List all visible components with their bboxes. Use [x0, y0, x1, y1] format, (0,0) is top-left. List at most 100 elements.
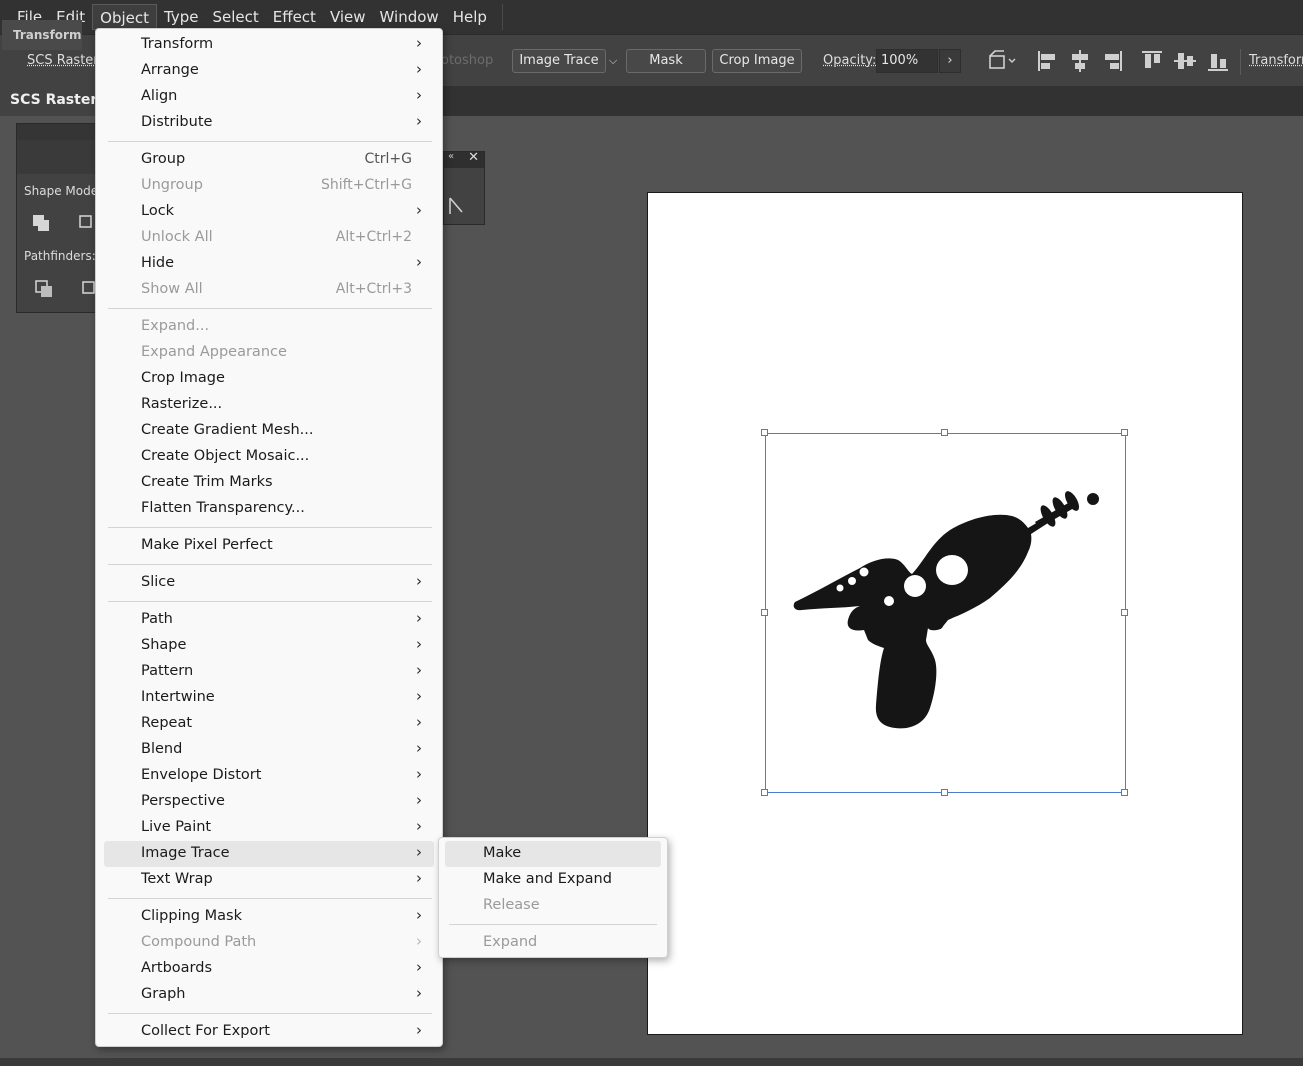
menu-effect[interactable]: Effect — [266, 4, 323, 30]
menu-item-label: Pattern — [141, 663, 194, 679]
resize-handle-top-left[interactable] — [761, 429, 768, 436]
submenu-item-make[interactable]: Make — [445, 841, 661, 867]
direct-selection-icon[interactable] — [448, 196, 466, 216]
opacity-input[interactable]: 100% — [876, 49, 938, 73]
align-horizontal-center-icon[interactable] — [1067, 47, 1093, 75]
menu-window[interactable]: Window — [373, 4, 446, 30]
crop-image-button[interactable]: Crop Image — [712, 49, 802, 73]
menu-item-show-all[interactable]: Show All Alt+Ctrl+3 — [104, 277, 434, 303]
chevron-right-icon: › — [416, 984, 422, 1002]
divide-icon[interactable] — [34, 279, 54, 299]
menu-item-graph[interactable]: Graph › — [104, 982, 434, 1008]
menu-item-path[interactable]: Path › — [104, 607, 434, 633]
align-vertical-center-icon[interactable] — [1172, 47, 1198, 75]
menu-item-transform[interactable]: Transform › — [104, 32, 434, 58]
menu-item-label: Unlock All — [141, 229, 213, 245]
menu-item-group[interactable]: Group Ctrl+G — [104, 147, 434, 173]
menu-item-arrange[interactable]: Arrange › — [104, 58, 434, 84]
submenu-item-release[interactable]: Release — [445, 893, 661, 919]
menu-item-artboards[interactable]: Artboards › — [104, 956, 434, 982]
menu-item-distribute[interactable]: Distribute › — [104, 110, 434, 136]
menu-select[interactable]: Select — [205, 4, 265, 30]
menu-item-crop-image[interactable]: Crop Image — [104, 366, 434, 392]
document-tab[interactable]: SCS Raster Ex — [0, 86, 110, 116]
menu-item-text-wrap[interactable]: Text Wrap › — [104, 867, 434, 893]
tab-transform[interactable]: Transform — [2, 20, 82, 50]
menu-item-create-object-mosaic[interactable]: Create Object Mosaic... — [104, 444, 434, 470]
submenu-item-label: Release — [483, 897, 540, 913]
align-bottom-icon[interactable] — [1205, 47, 1231, 75]
submenu-item-make-and-expand[interactable]: Make and Expand — [445, 867, 661, 893]
opacity-label[interactable]: Opacity: — [823, 53, 876, 68]
menu-item-lock[interactable]: Lock › — [104, 199, 434, 225]
resize-handle-bottom-left[interactable] — [761, 789, 768, 796]
menu-item-shape[interactable]: Shape › — [104, 633, 434, 659]
menu-item-clipping-mask[interactable]: Clipping Mask › — [104, 904, 434, 930]
align-top-icon[interactable] — [1139, 47, 1165, 75]
transform-label[interactable]: Transform — [1249, 53, 1303, 68]
menu-item-expand[interactable]: Expand... — [104, 314, 434, 340]
menu-item-label: Create Object Mosaic... — [141, 448, 310, 464]
collapsed-panel-header[interactable]: « ✕ — [444, 150, 484, 168]
menu-view[interactable]: View — [323, 4, 373, 30]
resize-handle-top-right[interactable] — [1121, 429, 1128, 436]
menu-item-blend[interactable]: Blend › — [104, 737, 434, 763]
pathfinder-panel-header[interactable] — [17, 124, 105, 140]
menu-item-envelope-distort[interactable]: Envelope Distort › — [104, 763, 434, 789]
chevron-right-icon: › — [416, 687, 422, 705]
menu-item-intertwine[interactable]: Intertwine › — [104, 685, 434, 711]
selection-bounding-box[interactable] — [765, 433, 1126, 793]
menu-item-create-trim-marks[interactable]: Create Trim Marks — [104, 470, 434, 496]
minus-front-icon[interactable] — [77, 213, 97, 233]
menu-item-live-paint[interactable]: Live Paint › — [104, 815, 434, 841]
menu-item-shortcut: Alt+Ctrl+3 — [335, 281, 412, 297]
resize-handle-bottom-right[interactable] — [1121, 789, 1128, 796]
opacity-arrow-icon[interactable]: › — [939, 49, 961, 73]
menu-item-make-pixel-perfect[interactable]: Make Pixel Perfect — [104, 533, 434, 559]
menu-item-create-gradient-mesh[interactable]: Create Gradient Mesh... — [104, 418, 434, 444]
unite-icon[interactable] — [31, 213, 51, 233]
menu-item-expand-appearance[interactable]: Expand Appearance — [104, 340, 434, 366]
menu-item-unlock-all[interactable]: Unlock All Alt+Ctrl+2 — [104, 225, 434, 251]
menu-item-label: Create Gradient Mesh... — [141, 422, 314, 438]
menu-item-rasterize[interactable]: Rasterize... — [104, 392, 434, 418]
image-trace-button[interactable]: Image Trace — [512, 49, 606, 73]
recolor-artwork-icon[interactable] — [985, 47, 1021, 75]
open-in-photoshop-label: otoshop — [441, 53, 494, 68]
menu-item-hide[interactable]: Hide › — [104, 251, 434, 277]
menu-item-label: Image Trace — [141, 845, 230, 861]
submenu-separator — [449, 924, 657, 925]
menu-item-label: Ungroup — [141, 177, 203, 193]
submenu-item-expand[interactable]: Expand — [445, 930, 661, 956]
align-right-icon[interactable] — [1100, 47, 1126, 75]
resize-handle-top[interactable] — [941, 429, 948, 436]
resize-handle-right[interactable] — [1121, 609, 1128, 616]
menu-item-align[interactable]: Align › — [104, 84, 434, 110]
menu-item-flatten-transparency[interactable]: Flatten Transparency... — [104, 496, 434, 522]
menu-item-label: Repeat — [141, 715, 193, 731]
align-left-icon[interactable] — [1034, 47, 1060, 75]
mask-button[interactable]: Mask — [626, 49, 706, 73]
menu-item-label: Collect For Export — [141, 1023, 270, 1039]
chevron-right-icon: › — [416, 958, 422, 976]
menu-item-ungroup[interactable]: Ungroup Shift+Ctrl+G — [104, 173, 434, 199]
submenu-item-label: Make — [483, 845, 522, 861]
menu-type[interactable]: Type — [157, 4, 205, 30]
menu-item-slice[interactable]: Slice › — [104, 570, 434, 596]
menu-item-compound-path[interactable]: Compound Path › — [104, 930, 434, 956]
chevron-right-icon: › — [416, 201, 422, 219]
menu-item-pattern[interactable]: Pattern › — [104, 659, 434, 685]
menu-help[interactable]: Help — [446, 4, 494, 30]
menu-item-collect-for-export[interactable]: Collect For Export › — [104, 1019, 434, 1045]
collapse-icon[interactable]: « — [448, 151, 454, 162]
close-panel-icon[interactable]: ✕ — [468, 150, 479, 165]
menu-object[interactable]: Object — [92, 4, 158, 30]
image-trace-dropdown-icon[interactable]: ⌵ — [606, 49, 620, 73]
resize-handle-bottom[interactable] — [941, 789, 948, 796]
collapsed-panel: « ✕ — [443, 150, 485, 225]
menu-item-perspective[interactable]: Perspective › — [104, 789, 434, 815]
menu-separator — [108, 527, 432, 528]
menu-item-repeat[interactable]: Repeat › — [104, 711, 434, 737]
menu-item-image-trace[interactable]: Image Trace › — [104, 841, 434, 867]
resize-handle-left[interactable] — [761, 609, 768, 616]
